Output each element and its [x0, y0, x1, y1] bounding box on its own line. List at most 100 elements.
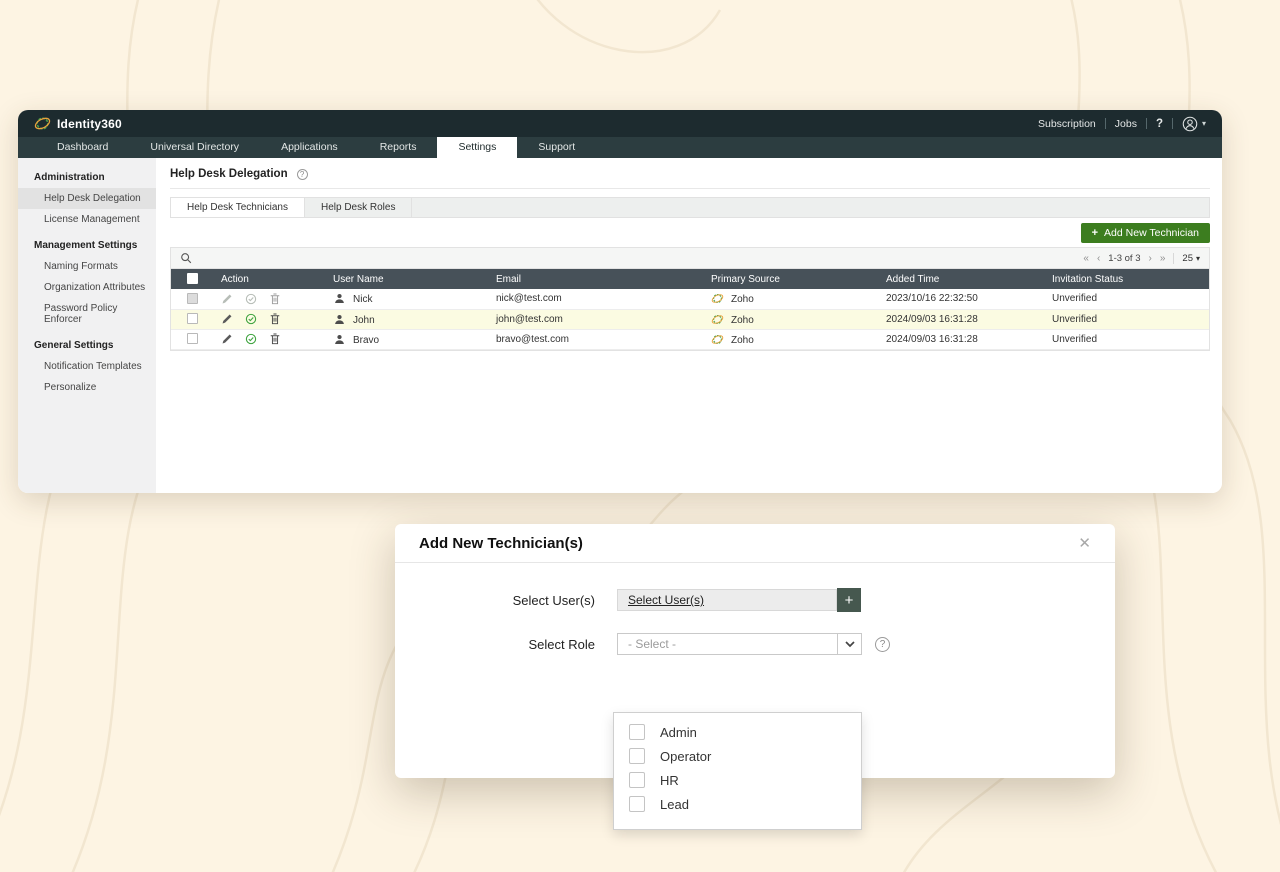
content-area: Help Desk Delegation ? Help Desk Technic… [156, 158, 1222, 493]
zoho-icon [711, 333, 724, 346]
nav-tab-applications[interactable]: Applications [260, 137, 359, 158]
user-name: John [353, 314, 375, 326]
added-time: 2023/10/16 22:32:50 [886, 293, 978, 305]
prev-page-button[interactable]: ‹ [1097, 253, 1100, 264]
sidebar: Administration Help Desk Delegation Licens… [18, 158, 156, 493]
column-user-name: User Name [325, 269, 488, 289]
row-checkbox[interactable] [186, 293, 198, 305]
select-users-link[interactable]: Select User(s) [628, 593, 704, 607]
verify-icon[interactable] [245, 313, 257, 325]
sidebar-heading-management-settings: Management Settings [34, 240, 138, 251]
invitation-status: Unverified [1052, 333, 1098, 345]
role-checkbox[interactable] [629, 748, 645, 764]
select-role-placeholder: - Select - [628, 637, 677, 651]
subtab-strip: Help Desk Technicians Help Desk Roles [170, 197, 1210, 218]
select-users-label: Select User(s) [512, 592, 595, 608]
chevron-down-icon [844, 640, 855, 647]
role-option-operator[interactable]: Operator [614, 744, 861, 768]
sidebar-item-license-management[interactable]: License Management [18, 209, 156, 230]
dropdown-toggle-button[interactable] [837, 633, 862, 655]
table-row: John john@test.com Zoho 2024/09/03 16:31… [171, 309, 1209, 330]
role-options-dropdown: Admin Operator HR Lead [613, 712, 862, 830]
app-window: Identity360 Subscription Jobs ? ▾ Dashbo… [18, 110, 1222, 493]
edit-icon[interactable] [221, 293, 233, 305]
sidebar-item-password-policy-enforcer[interactable]: Password Policy Enforcer [18, 298, 156, 330]
delete-icon[interactable] [269, 313, 281, 325]
row-checkbox[interactable] [186, 313, 198, 325]
brand: Identity360 [34, 115, 122, 132]
role-help-icon[interactable]: ? [875, 636, 890, 652]
page-help-icon[interactable]: ? [296, 168, 308, 180]
tab-help-desk-technicians[interactable]: Help Desk Technicians [171, 198, 305, 217]
zoho-icon [711, 313, 724, 326]
search-icon[interactable] [180, 252, 192, 264]
table-row: Bravo bravo@test.com Zoho 2024/09/03 16:… [171, 329, 1209, 350]
column-invitation-status: Invitation Status [1044, 269, 1209, 289]
role-option-lead[interactable]: Lead [614, 792, 861, 816]
divider [1171, 118, 1173, 129]
sidebar-item-organization-attributes[interactable]: Organization Attributes [18, 277, 156, 298]
technicians-table: « ‹ 1-3 of 3 › » 25 ▾ Action User Name E… [170, 247, 1210, 351]
chevron-down-icon: ▾ [1195, 253, 1200, 263]
page-range: 1-3 of 3 [1108, 252, 1141, 264]
row-checkbox[interactable] [186, 333, 198, 345]
next-page-button[interactable]: › [1149, 253, 1152, 264]
tab-help-desk-roles[interactable]: Help Desk Roles [305, 198, 413, 217]
nav-tab-universal-directory[interactable]: Universal Directory [129, 137, 260, 158]
nav-tab-support[interactable]: Support [517, 137, 596, 158]
role-option-hr[interactable]: HR [614, 768, 861, 792]
page-size-select[interactable]: 25 ▾ [1182, 253, 1200, 264]
avatar-icon [1182, 116, 1198, 131]
add-users-button[interactable]: + [837, 588, 861, 612]
divider [1104, 118, 1106, 129]
subscription-link[interactable]: Subscription [1038, 118, 1096, 130]
role-option-admin[interactable]: Admin [614, 720, 861, 744]
select-all-checkbox[interactable] [186, 273, 198, 285]
pagination: « ‹ 1-3 of 3 › » 25 ▾ [1083, 252, 1200, 264]
edit-icon[interactable] [221, 333, 233, 345]
sidebar-item-notification-templates[interactable]: Notification Templates [18, 356, 156, 377]
user-email: bravo@test.com [496, 333, 569, 345]
invitation-status: Unverified [1052, 293, 1098, 305]
edit-icon[interactable] [221, 313, 233, 325]
topbar: Identity360 Subscription Jobs ? ▾ [18, 110, 1222, 137]
jobs-link[interactable]: Jobs [1115, 118, 1137, 130]
user-icon [333, 333, 346, 346]
table-row: Nick nick@test.com Zoho 2023/10/16 22:32… [171, 289, 1209, 310]
user-email: john@test.com [496, 313, 563, 325]
add-new-technician-button[interactable]: + Add New Technician [1080, 222, 1210, 243]
delete-icon[interactable] [269, 293, 281, 305]
role-checkbox[interactable] [629, 796, 645, 812]
zoho-icon [711, 292, 724, 305]
verify-icon[interactable] [245, 293, 257, 305]
primary-source: Zoho [731, 334, 754, 346]
select-role-label: Select Role [528, 636, 595, 652]
profile-menu[interactable]: ▾ [1182, 116, 1206, 132]
help-icon[interactable]: ? [1156, 118, 1163, 130]
nav-tab-settings[interactable]: Settings [437, 137, 518, 158]
added-time: 2024/09/03 16:31:28 [886, 333, 978, 345]
last-page-button[interactable]: » [1160, 253, 1166, 264]
sidebar-item-help-desk-delegation[interactable]: Help Desk Delegation [18, 188, 156, 209]
sidebar-item-personalize[interactable]: Personalize [18, 377, 156, 398]
role-checkbox[interactable] [629, 772, 645, 788]
select-role-dropdown[interactable]: - Select - [617, 633, 862, 655]
select-users-field[interactable]: Select User(s) [617, 589, 837, 611]
sidebar-item-naming-formats[interactable]: Naming Formats [18, 256, 156, 277]
user-email: nick@test.com [496, 293, 562, 305]
user-name: Bravo [353, 334, 380, 346]
main-nav: Dashboard Universal Directory Applications… [18, 137, 1222, 158]
nav-tab-dashboard[interactable]: Dashboard [36, 137, 129, 158]
nav-tab-reports[interactable]: Reports [359, 137, 438, 158]
first-page-button[interactable]: « [1083, 253, 1089, 264]
added-time: 2024/09/03 16:31:28 [886, 313, 978, 325]
identity360-logo-icon [34, 117, 51, 130]
delete-icon[interactable] [269, 333, 281, 345]
role-checkbox[interactable] [629, 724, 645, 740]
divider [170, 188, 1210, 189]
add-technician-modal: Add New Technician(s) ✕ Select User(s) S… [395, 524, 1115, 830]
chevron-down-icon: ▾ [1201, 119, 1206, 128]
close-icon[interactable]: ✕ [1078, 536, 1091, 551]
divider [1145, 118, 1147, 129]
verify-icon[interactable] [245, 333, 257, 345]
